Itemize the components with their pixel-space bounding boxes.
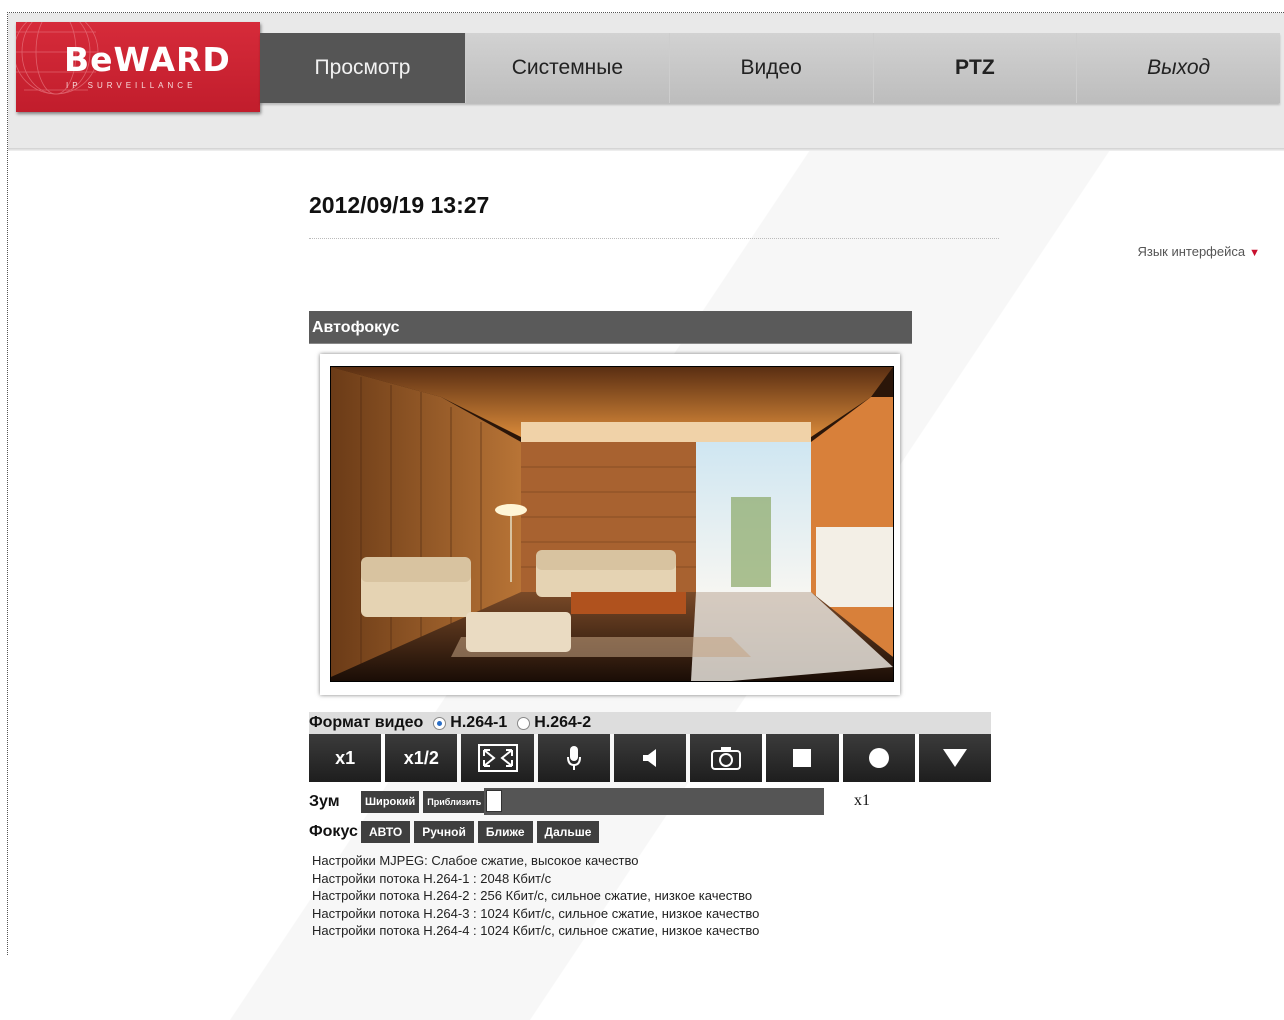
logo-brand: BeWARD xyxy=(64,40,231,79)
record-icon xyxy=(868,748,889,768)
zoom-slider[interactable] xyxy=(484,788,824,815)
nav-system[interactable]: Системные xyxy=(466,33,670,103)
settings-line: Настройки потока H.264-3 : 1024 Кбит/с, … xyxy=(312,905,760,921)
live-video-view[interactable] xyxy=(330,366,894,682)
zoom-slider-thumb[interactable] xyxy=(486,790,502,812)
camera-datetime: 2012/09/19 13:27 xyxy=(309,192,490,218)
format-radio-h264-1[interactable] xyxy=(433,716,447,730)
nav-view[interactable]: Просмотр xyxy=(260,33,466,103)
focus-label: Фокус xyxy=(309,823,358,840)
zoom-wide-button[interactable]: Широкий xyxy=(361,791,420,813)
video-scene-image xyxy=(331,367,893,681)
settings-line: Настройки потока H.264-1 : 2048 Кбит/с xyxy=(312,870,552,886)
beward-logo: BeWARD IP SURVEILLANCE xyxy=(16,22,260,112)
language-label: Язык интерфейса xyxy=(1137,244,1246,259)
focus-row: Фокус АВТО Ручной Ближе Дальше xyxy=(309,819,603,845)
speaker-button[interactable] xyxy=(613,734,687,782)
nav-ptz[interactable]: PTZ xyxy=(874,33,1078,103)
nav-video[interactable]: Видео xyxy=(670,33,874,103)
stop-icon xyxy=(793,749,812,767)
snapshot-icon xyxy=(711,747,742,770)
microphone-icon xyxy=(566,746,581,770)
format-label: Формат видео xyxy=(309,714,424,731)
zoom-tele-button[interactable]: Приблизить xyxy=(423,791,486,813)
stop-button[interactable] xyxy=(766,734,839,782)
panel-title: Автофокус xyxy=(309,311,912,344)
focus-manual-button[interactable]: Ручной xyxy=(414,821,474,843)
settings-line: Настройки потока H.264-2 : 256 Кбит/с, с… xyxy=(312,888,753,903)
video-control-bar: x1 x1/2 xyxy=(309,734,991,782)
dropdown-arrow-icon: ▼ xyxy=(1249,247,1260,259)
focus-near-button[interactable]: Ближе xyxy=(477,821,533,843)
nav-logout[interactable]: Выход xyxy=(1077,33,1280,103)
format-option-h264-2[interactable]: H.264-2 xyxy=(534,714,591,732)
zoom-row: Зум Широкий Приблизить xyxy=(309,788,489,816)
speaker-icon xyxy=(642,749,656,767)
video-format-bar: Формат видео H.264-1 H.264-2 xyxy=(309,712,991,734)
format-radio-h264-2[interactable] xyxy=(517,716,531,730)
snapshot-button[interactable] xyxy=(690,734,763,782)
scale-x1-button[interactable]: x1 xyxy=(309,734,382,782)
menu-down-icon xyxy=(942,749,967,767)
main-nav: Просмотр Системные Видео PTZ Выход xyxy=(260,33,1280,103)
scale-half-button[interactable]: x1/2 xyxy=(385,734,458,782)
format-option-h264-1[interactable]: H.264-1 xyxy=(450,714,507,732)
fullscreen-icon xyxy=(477,744,518,772)
record-button[interactable] xyxy=(842,734,915,782)
datetime-divider xyxy=(309,238,999,239)
header-divider xyxy=(8,148,1284,151)
menu-down-button[interactable] xyxy=(918,734,991,782)
logo-tagline: IP SURVEILLANCE xyxy=(66,81,197,90)
microphone-button[interactable] xyxy=(537,734,610,782)
focus-far-button[interactable]: Дальше xyxy=(536,821,600,843)
zoom-value: x1 xyxy=(854,792,870,809)
settings-line: Настройки потока H.264-4 : 1024 Кбит/с, … xyxy=(312,923,760,938)
settings-line: Настройки MJPEG: Слабое сжатие, высокое … xyxy=(312,853,639,868)
video-frame xyxy=(320,354,900,695)
stream-settings-info: Настройки MJPEG: Слабое сжатие, высокое … xyxy=(312,852,759,940)
language-selector[interactable]: Язык интерфейса ▼ xyxy=(1137,244,1260,259)
zoom-label: Зум xyxy=(309,793,340,810)
focus-auto-button[interactable]: АВТО xyxy=(361,821,411,843)
fullscreen-button[interactable] xyxy=(461,734,534,782)
